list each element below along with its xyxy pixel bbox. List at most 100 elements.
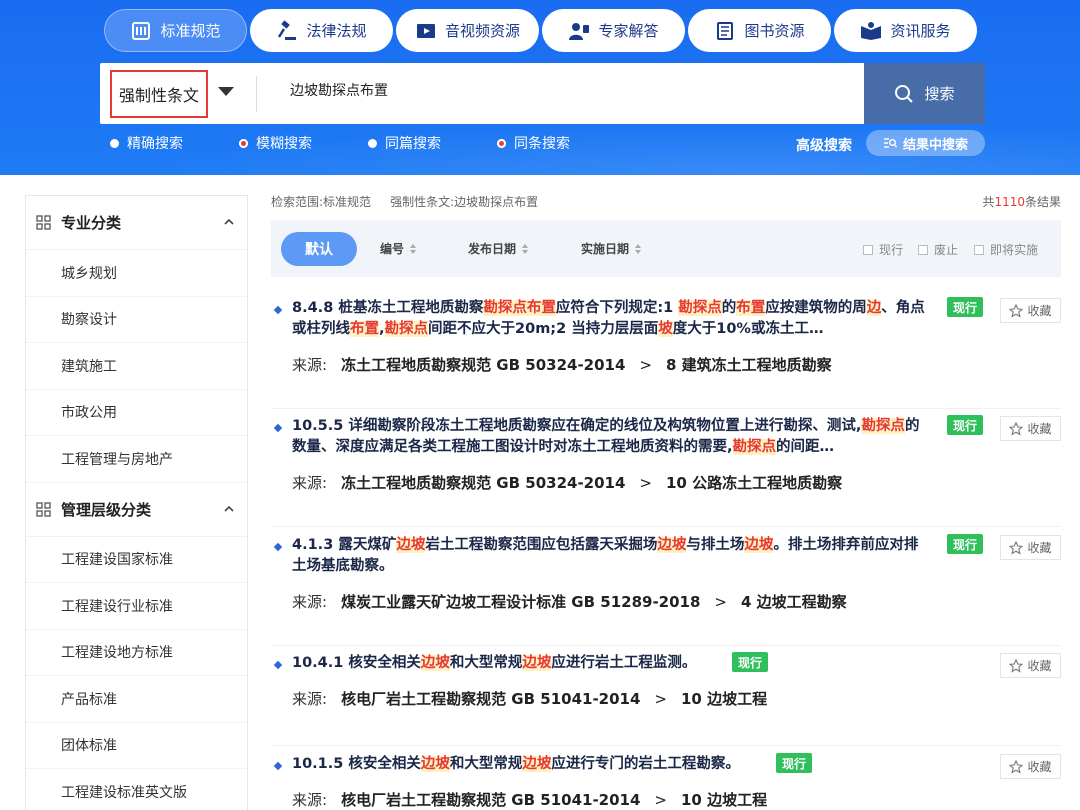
chevron-up-icon[interactable] bbox=[223, 216, 235, 228]
sort-by-effective-date[interactable]: 实施日期 bbox=[581, 240, 642, 257]
radio-button[interactable] bbox=[497, 138, 506, 148]
header: 标准规范 法律法规 音视频资源 专家解答 图书资源 资讯服务 强制性条文 搜索 精确搜索 模… bbox=[0, 0, 1080, 175]
source-standard-link[interactable]: 冻土工程地质勘察规范 GB 50324-2014 bbox=[341, 356, 625, 374]
highlight-keyword: 边坡 bbox=[744, 537, 774, 553]
gavel-icon bbox=[276, 19, 298, 42]
search-in-results-button[interactable]: 结果中搜索 bbox=[866, 130, 985, 156]
title-text: 和大型常规 bbox=[449, 655, 523, 671]
sidebar-item[interactable]: 产品标准 bbox=[26, 676, 247, 723]
search-mode-0[interactable]: 精确搜索 bbox=[110, 133, 239, 153]
category-group-header[interactable]: 管理层级分类 bbox=[26, 483, 247, 537]
title-text: 10.5.5 详细勘察阶段冻土工程地质勘察应在确定的线位及构筑物位置上进行勘探、… bbox=[292, 418, 862, 434]
highlight-keyword: 勘探点 bbox=[384, 321, 429, 337]
sidebar-item[interactable]: 工程建设标准英文版 bbox=[26, 769, 247, 810]
result-item: 10.1.5 核安全相关边坡和大型常规边坡应进行专门的岩土工程勘察。 现行 收藏 来源… bbox=[271, 749, 1061, 810]
breadcrumb-separator: > bbox=[654, 690, 667, 708]
tab-0[interactable]: 标准规范 bbox=[104, 9, 247, 52]
filter-search-icon bbox=[883, 138, 897, 148]
tab-5[interactable]: 资讯服务 bbox=[834, 9, 977, 52]
search-mode-label: 同篇搜索 bbox=[385, 136, 441, 152]
breadcrumb-separator: > bbox=[654, 791, 667, 809]
source-chapter-link[interactable]: 4 边坡工程勘察 bbox=[741, 593, 847, 611]
star-icon bbox=[1009, 759, 1024, 774]
tab-label: 音视频资源 bbox=[444, 22, 520, 40]
result-title[interactable]: 10.5.5 详细勘察阶段冻土工程地质勘察应在确定的线位及构筑物位置上进行勘探、… bbox=[292, 416, 932, 458]
favorite-button[interactable]: 收藏 bbox=[1000, 754, 1061, 779]
sort-by-number[interactable]: 编号 bbox=[380, 240, 417, 257]
search-mode-2[interactable]: 同篇搜索 bbox=[368, 133, 497, 153]
source-standard-link[interactable]: 核电厂岩土工程勘察规范 GB 51041-2014 bbox=[341, 690, 640, 708]
sort-default-button[interactable]: 默认 bbox=[281, 232, 357, 266]
news-icon bbox=[860, 20, 882, 42]
advanced-search-link[interactable]: 高级搜索 bbox=[796, 135, 852, 155]
sidebar-item[interactable]: 团体标准 bbox=[26, 723, 247, 769]
checkbox[interactable] bbox=[974, 244, 984, 255]
favorite-button[interactable]: 收藏 bbox=[1000, 298, 1061, 323]
favorite-button[interactable]: 收藏 bbox=[1000, 653, 1061, 678]
result-count-suffix: 条结果 bbox=[1024, 195, 1061, 209]
search-in-results-label: 结果中搜索 bbox=[902, 137, 968, 153]
filter-abolished[interactable]: 废止 bbox=[918, 241, 958, 258]
result-item: 8.4.8 桩基冻土工程地质勘察勘探点布置应符合下列规定:1 勘探点的布置应按建… bbox=[271, 293, 1061, 409]
star-icon bbox=[1009, 303, 1024, 318]
sort-by-publish-date[interactable]: 发布日期 bbox=[468, 240, 529, 257]
sidebar-item[interactable]: 工程建设行业标准 bbox=[26, 583, 247, 630]
sidebar-item[interactable]: 勘察设计 bbox=[26, 297, 247, 343]
title-text: 应进行专门的岩土工程勘察。 bbox=[551, 756, 740, 772]
category-group-header[interactable]: 专业分类 bbox=[26, 196, 247, 250]
search-input[interactable] bbox=[290, 82, 850, 98]
source-standard-link[interactable]: 冻土工程地质勘察规范 GB 50324-2014 bbox=[341, 474, 625, 492]
filter-upcoming[interactable]: 即将实施 bbox=[974, 241, 1038, 258]
sidebar-item[interactable]: 工程管理与房地产 bbox=[26, 436, 247, 483]
breadcrumb-separator: > bbox=[714, 593, 727, 611]
checkbox[interactable] bbox=[863, 244, 873, 255]
source-standard-link[interactable]: 煤炭工业露天矿边坡工程设计标准 GB 51289-2018 bbox=[341, 593, 700, 611]
result-source: 来源: 煤炭工业露天矿边坡工程设计标准 GB 51289-2018 >4 边坡工程勘… bbox=[292, 591, 847, 612]
category-group-title: 专业分类 bbox=[61, 214, 122, 232]
title-text: 应按建筑物的周 bbox=[765, 300, 867, 316]
bullet-icon bbox=[273, 423, 283, 433]
search-button-label: 搜索 bbox=[924, 85, 955, 103]
source-chapter-link[interactable]: 8 建筑冻土工程地质勘察 bbox=[666, 356, 832, 374]
highlight-keyword: 边坡 bbox=[657, 537, 687, 553]
source-chapter-link[interactable]: 10 边坡工程 bbox=[681, 791, 767, 809]
search-mode-3[interactable]: 同条搜索 bbox=[497, 133, 626, 153]
search-mode-label: 模糊搜索 bbox=[256, 136, 312, 152]
radio-button[interactable] bbox=[110, 138, 119, 148]
source-chapter-link[interactable]: 10 公路冻土工程地质勘察 bbox=[666, 474, 842, 492]
sidebar-item[interactable]: 工程建设地方标准 bbox=[26, 630, 247, 676]
sidebar-item[interactable]: 建筑施工 bbox=[26, 343, 247, 390]
source-chapter-link[interactable]: 10 边坡工程 bbox=[681, 690, 767, 708]
favorite-button[interactable]: 收藏 bbox=[1000, 535, 1061, 560]
search-mode-1[interactable]: 模糊搜索 bbox=[239, 133, 368, 153]
tab-3[interactable]: 专家解答 bbox=[542, 9, 685, 52]
result-title[interactable]: 10.4.1 核安全相关边坡和大型常规边坡应进行岩土工程监测。 bbox=[292, 653, 932, 674]
sidebar-item[interactable]: 城乡规划 bbox=[26, 250, 247, 297]
result-source: 来源: 冻土工程地质勘察规范 GB 50324-2014 >8 建筑冻土工程地质勘察 bbox=[292, 354, 832, 375]
checkbox[interactable] bbox=[918, 244, 928, 255]
tab-4[interactable]: 图书资源 bbox=[688, 9, 831, 52]
radio-button[interactable] bbox=[368, 138, 377, 148]
caret-down-icon[interactable] bbox=[218, 87, 234, 96]
tab-1[interactable]: 法律法规 bbox=[250, 9, 393, 52]
result-title[interactable]: 4.1.3 露天煤矿边坡岩土工程勘察范围应包括露天采掘场边坡与排土场边坡。排土场… bbox=[292, 535, 932, 577]
tab-label: 标准规范 bbox=[160, 22, 221, 40]
source-standard-link[interactable]: 核电厂岩土工程勘察规范 GB 51041-2014 bbox=[341, 791, 640, 809]
bullet-icon bbox=[273, 542, 283, 552]
result-title[interactable]: 8.4.8 桩基冻土工程地质勘察勘探点布置应符合下列规定:1 勘探点的布置应按建… bbox=[292, 298, 932, 340]
search-scope-select[interactable]: 强制性条文 bbox=[110, 70, 208, 118]
search-button[interactable]: 搜索 bbox=[864, 63, 985, 124]
result-title[interactable]: 10.1.5 核安全相关边坡和大型常规边坡应进行专门的岩土工程勘察。 bbox=[292, 754, 932, 775]
chevron-up-icon[interactable] bbox=[223, 503, 235, 515]
highlight-keyword: 勘探点 bbox=[732, 439, 777, 455]
result-count-number: 1110 bbox=[994, 195, 1025, 209]
tab-2[interactable]: 音视频资源 bbox=[396, 9, 539, 52]
radio-button[interactable] bbox=[239, 138, 248, 148]
title-text: 岩土工程勘察范围应包括露天采掘场 bbox=[425, 537, 658, 553]
sidebar-item[interactable]: 市政公用 bbox=[26, 390, 247, 436]
title-text: 与排土场 bbox=[686, 537, 745, 553]
filter-current[interactable]: 现行 bbox=[863, 241, 903, 258]
favorite-button[interactable]: 收藏 bbox=[1000, 416, 1061, 441]
sidebar-item[interactable]: 工程建设国家标准 bbox=[26, 537, 247, 583]
bullet-icon bbox=[273, 660, 283, 670]
